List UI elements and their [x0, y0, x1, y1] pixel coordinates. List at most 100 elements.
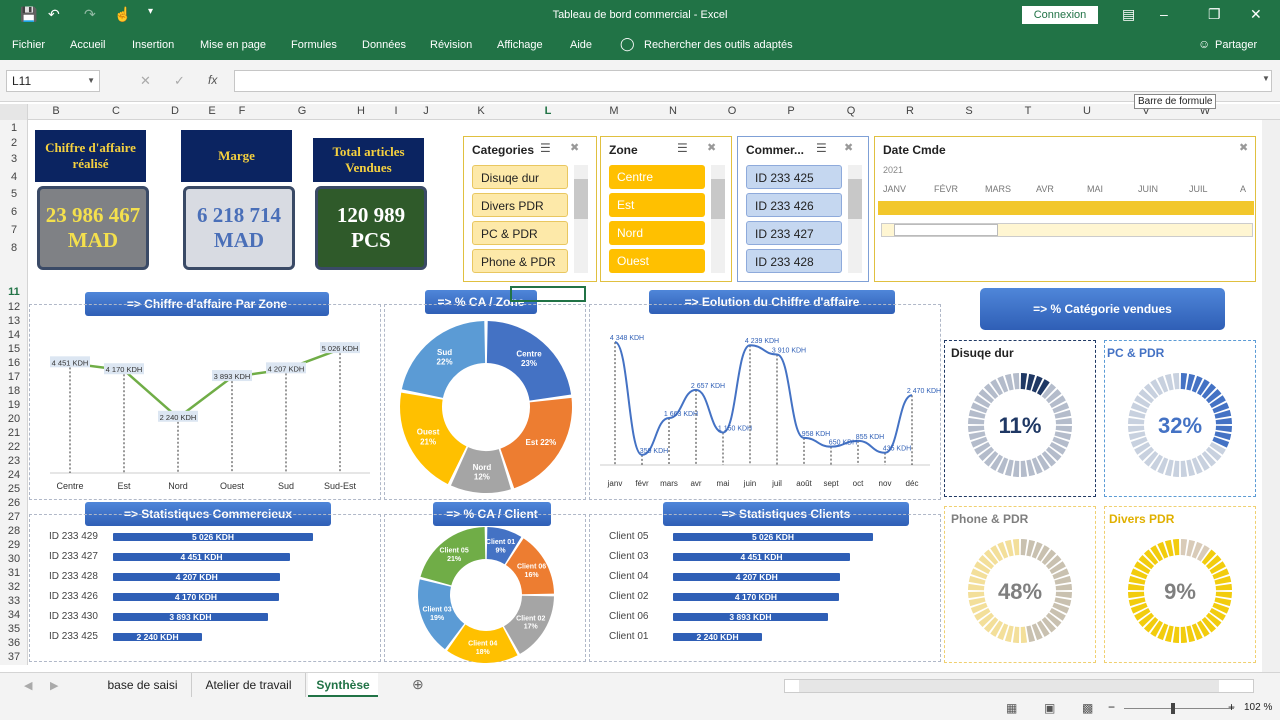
column-header: L [544, 105, 552, 117]
selected-cell-l11[interactable] [510, 286, 586, 302]
clear-filter-icon[interactable]: ✖ [707, 141, 716, 154]
name-box[interactable]: L11 ▼ [6, 70, 100, 92]
clear-filter-icon[interactable]: ✖ [1239, 141, 1248, 154]
restore-icon[interactable]: ❐ [1208, 6, 1221, 23]
bar-category: ID 233 428 [49, 571, 98, 582]
page-layout-icon[interactable]: ▣ [1044, 701, 1055, 715]
x-tick-label: avr [690, 479, 701, 488]
zoom-out-icon[interactable]: − [1108, 700, 1115, 714]
tab-fichier[interactable]: Fichier [12, 39, 45, 51]
slicer-item[interactable]: ID 233 425 [746, 165, 842, 189]
slicer-item[interactable]: Centre [609, 165, 705, 189]
timeline-date[interactable]: Date Cmde ✖ 2021 JANV FÉVR MARS AVR MAI JUIN J… [874, 136, 1256, 282]
tab-aide[interactable]: Aide [570, 39, 592, 51]
multi-select-icon[interactable]: ☰ [540, 141, 551, 155]
prev-sheet-icon[interactable]: ◀ [24, 679, 32, 692]
slicer-item[interactable]: ID 233 428 [746, 249, 842, 273]
chevron-down-icon[interactable]: ▼ [87, 71, 95, 91]
login-button[interactable]: Connexion [1022, 6, 1098, 24]
zoom-level[interactable]: 102 % [1244, 702, 1272, 713]
slicer-categories[interactable]: Categories ☰ ✖ Disuqe dur Divers PDR PC … [463, 136, 597, 282]
kpi-margin-value: 6 218 714 [197, 203, 281, 227]
slicer-commercial[interactable]: Commer... ☰ ✖ ID 233 425 ID 233 426 ID 2… [737, 136, 869, 282]
slicer-scrollbar[interactable] [574, 165, 588, 273]
tab-donnees[interactable]: Données [362, 39, 406, 51]
insert-function-button[interactable]: fx [208, 73, 217, 87]
tab-revision[interactable]: Révision [430, 39, 472, 51]
minimize-icon[interactable]: – [1160, 6, 1168, 22]
slicer-item[interactable]: Divers PDR [472, 193, 568, 217]
slicer-item[interactable]: ID 233 427 [746, 221, 842, 245]
gauge-segment [1180, 626, 1188, 643]
check-icon[interactable]: ✓ [174, 73, 185, 89]
chart-zone-ca-panel: Centre 4 451 KDH Est 4 170 KDH Nord 2 240 KDH… [29, 304, 381, 500]
row-header: 27 [7, 511, 21, 523]
slicer-scrollbar[interactable] [848, 165, 862, 273]
tab-affichage[interactable]: Affichage [497, 39, 543, 51]
select-all-corner[interactable] [0, 104, 28, 120]
row-header: 21 [7, 427, 21, 439]
slicer-zone[interactable]: Zone ☰ ✖ Centre Est Nord Ouest [600, 136, 732, 282]
row-header: 16 [7, 357, 21, 369]
multi-select-icon[interactable]: ☰ [677, 141, 688, 155]
cancel-icon[interactable]: ✕ [140, 73, 151, 89]
timeline-month: A [1240, 184, 1247, 194]
tab-insertion[interactable]: Insertion [132, 39, 174, 51]
expand-formula-icon[interactable]: ▼ [1262, 74, 1270, 83]
data-label: 1 150 KDH [718, 426, 752, 433]
multi-select-icon[interactable]: ☰ [816, 141, 827, 155]
zoom-in-icon[interactable]: + [1228, 700, 1235, 714]
tab-formules[interactable]: Formules [291, 39, 337, 51]
share-button[interactable]: Partager [1215, 39, 1257, 51]
slicer-item[interactable]: ID 233 426 [746, 193, 842, 217]
tab-mise-en-page[interactable]: Mise en page [200, 39, 266, 51]
timeline-range-bar[interactable] [878, 201, 1254, 215]
slicer-item[interactable]: Ouest [609, 249, 705, 273]
row-header: 22 [7, 441, 21, 453]
sheet-tab-synthese[interactable]: Synthèse [308, 673, 378, 697]
normal-view-icon[interactable]: ▦ [1006, 701, 1017, 715]
formula-input[interactable] [234, 70, 1272, 92]
bar-label: 4 451 KDH [180, 552, 223, 562]
gauge-segment [1180, 539, 1188, 556]
row-header: 26 [7, 497, 21, 509]
sheet-tab-atelier[interactable]: Atelier de travail [192, 673, 306, 697]
row-header: 8 [10, 242, 18, 254]
search-tools-input[interactable]: Rechercher des outils adaptés [644, 39, 793, 51]
slice-label: Sud [437, 348, 452, 357]
tab-accueil[interactable]: Accueil [70, 39, 105, 51]
horizontal-scrollbar[interactable] [784, 679, 1254, 693]
slicer-item[interactable]: Disuqe dur [472, 165, 568, 189]
row-header: 24 [7, 469, 21, 481]
zoom-slider[interactable] [1124, 708, 1234, 709]
vertical-scrollbar[interactable] [1262, 120, 1280, 672]
row-header: 4 [10, 171, 18, 183]
page-break-icon[interactable]: ▩ [1082, 701, 1093, 715]
close-icon[interactable]: ✕ [1250, 6, 1262, 23]
add-sheet-icon[interactable]: ⊕ [412, 676, 424, 693]
row-header: 18 [7, 385, 21, 397]
row-header: 37 [7, 651, 21, 663]
slice-label: 21% [420, 437, 436, 446]
slicer-item[interactable]: Nord [609, 221, 705, 245]
clear-filter-icon[interactable]: ✖ [570, 141, 579, 154]
row-header: 29 [7, 539, 21, 551]
next-sheet-icon[interactable]: ▶ [50, 679, 58, 692]
slicer-item[interactable]: PC & PDR [472, 221, 568, 245]
slice-label: 23% [521, 359, 537, 368]
clear-filter-icon[interactable]: ✖ [844, 141, 853, 154]
slicer-item[interactable]: Est [609, 193, 705, 217]
slicer-item[interactable]: Phone & PDR [472, 249, 568, 273]
chart-evolution-panel: janv 4 348 KDH févr 359 KDH mars 1 663 KDH avr… [589, 304, 941, 500]
timeline-scrollbar[interactable] [881, 223, 1253, 237]
slicer-scrollbar[interactable] [711, 165, 725, 273]
zoom-slider-thumb[interactable] [1171, 703, 1175, 714]
timeline-months: JANV FÉVR MARS AVR MAI JUIN JUIL A [883, 184, 1253, 196]
worksheet[interactable]: Chiffre d'affaire réalisé 23 986 467 MAD … [29, 120, 1280, 665]
slice-label: 9% [495, 547, 506, 554]
data-label: 958 KDH [802, 431, 830, 438]
ribbon-display-icon[interactable]: ▤ [1122, 6, 1135, 23]
sheet-tab-base[interactable]: base de saisi [94, 673, 192, 697]
gauge-segment [1012, 539, 1020, 556]
gauge-segment [1172, 539, 1180, 556]
